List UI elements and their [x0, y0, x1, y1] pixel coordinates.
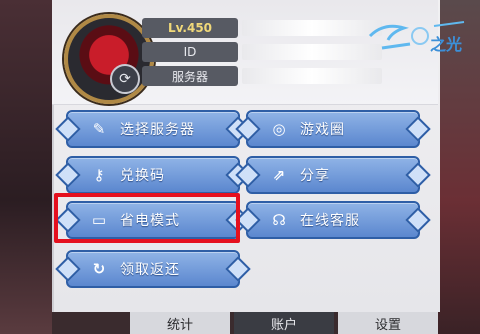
game-circle-button[interactable]: ◎ 游戏圈: [246, 110, 420, 148]
claim-return-label: 领取返还: [120, 262, 180, 278]
share-icon: ⇗: [272, 166, 286, 184]
avatar[interactable]: [64, 14, 154, 104]
select-server-label: 选择服务器: [120, 122, 195, 138]
chat-bubble-icon: ◎: [272, 120, 286, 138]
claim-return-button[interactable]: ↻ 领取返还: [66, 250, 240, 288]
id-value-blurred: [242, 44, 382, 60]
tab-account[interactable]: 账户: [234, 312, 334, 334]
game-circle-label: 游戏圈: [300, 122, 345, 138]
game-logo: 之光: [368, 21, 465, 54]
server-row: 服务器: [142, 66, 386, 86]
highlight-box: [54, 193, 240, 243]
level-label: Lv.450: [142, 18, 238, 38]
refresh-icon: ↻: [92, 260, 106, 278]
online-service-button[interactable]: ☊ 在线客服: [246, 201, 420, 239]
redeem-code-label: 兑换码: [120, 168, 165, 184]
select-server-button[interactable]: ✎ 选择服务器: [66, 110, 240, 148]
redeem-code-button[interactable]: ⚷ 兑换码: [66, 156, 240, 194]
id-label: ID: [142, 42, 238, 62]
bottom-tabs: 统计 账户 设置: [130, 312, 438, 334]
refresh-avatar-icon[interactable]: ⟳: [110, 64, 140, 94]
server-label: 服务器: [142, 66, 238, 86]
edit-icon: ✎: [92, 120, 106, 138]
key-icon: ⚷: [93, 166, 105, 184]
background-left: [0, 0, 52, 334]
logo-text: 之光: [430, 35, 462, 54]
server-value-blurred: [242, 68, 382, 84]
headset-icon: ☊: [272, 211, 286, 229]
share-button[interactable]: ⇗ 分享: [246, 156, 420, 194]
tab-settings[interactable]: 设置: [338, 312, 438, 334]
id-row: ID: [142, 42, 386, 62]
level-row: Lv.450: [142, 18, 386, 38]
tab-stats[interactable]: 统计: [130, 312, 230, 334]
online-service-label: 在线客服: [300, 213, 360, 229]
level-value-blurred: [242, 20, 382, 36]
share-label: 分享: [300, 168, 330, 184]
